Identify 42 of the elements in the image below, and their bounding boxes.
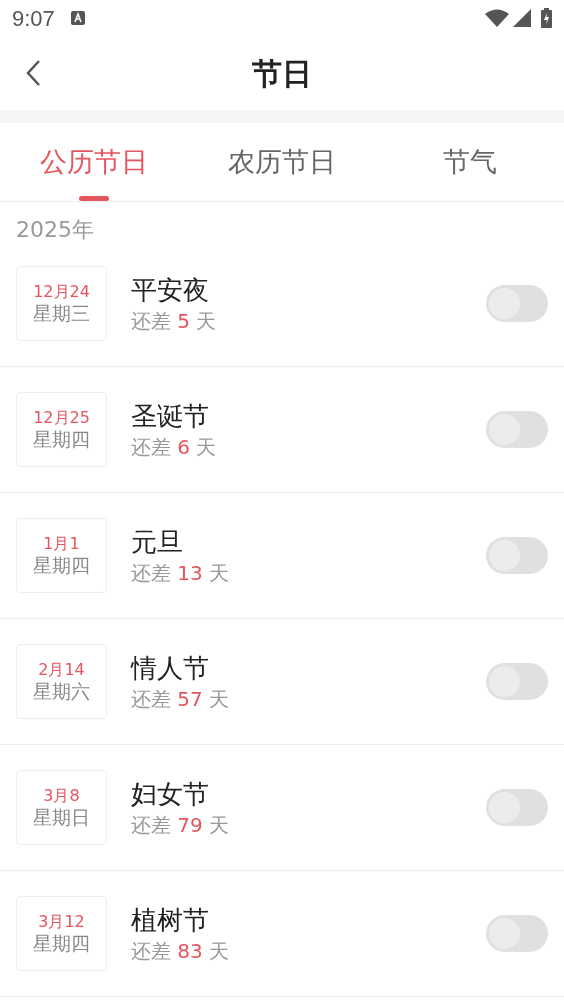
weekday-text: 星期四: [33, 430, 90, 449]
countdown-text: 还差 5 天: [131, 310, 218, 331]
toggle-switch[interactable]: [486, 537, 548, 574]
tab[interactable]: 节气: [376, 123, 564, 201]
year-label: 2025年: [16, 215, 94, 244]
notification-icon: [70, 11, 85, 25]
toggle-switch[interactable]: [486, 663, 548, 700]
status-time: 9:07: [12, 4, 55, 33]
wifi-icon: [485, 9, 509, 27]
holiday-name: 植树节: [131, 906, 210, 933]
toggle-switch[interactable]: [486, 411, 548, 448]
weekday-text: 星期四: [33, 556, 90, 575]
battery-charging-icon: [541, 8, 552, 28]
countdown-text: 还差 57 天: [131, 688, 231, 709]
weekday-text: 星期六: [33, 682, 90, 701]
date-text: 12月24: [33, 284, 90, 300]
date-text: 2月14: [38, 662, 85, 678]
toggle-switch[interactable]: [486, 789, 548, 826]
weekday-text: 星期日: [33, 808, 90, 827]
back-icon: [25, 59, 41, 87]
countdown-text: 还差 79 天: [131, 814, 231, 835]
countdown-text: 还差 83 天: [131, 940, 231, 961]
countdown-text: 还差 6 天: [131, 436, 218, 457]
page-title: 节日: [252, 54, 312, 93]
countdown-text: 还差 13 天: [131, 562, 231, 583]
holiday-name: 圣诞节: [131, 402, 210, 429]
holiday-name: 平安夜: [131, 276, 210, 303]
toggle-switch[interactable]: [486, 915, 548, 952]
holiday-name: 妇女节: [131, 780, 210, 807]
date-text: 3月12: [38, 914, 85, 930]
tab-indicator: [79, 196, 109, 201]
tab[interactable]: 农历节日: [188, 123, 376, 201]
date-text: 12月25: [33, 410, 90, 426]
tab[interactable]: 公历节日: [0, 123, 188, 201]
weekday-text: 星期三: [33, 304, 90, 323]
date-text: 1月1: [43, 536, 80, 552]
signal-icon: [513, 9, 531, 27]
toggle-switch[interactable]: [486, 285, 548, 322]
holiday-name: 元旦: [131, 528, 184, 555]
holiday-name: 情人节: [131, 654, 210, 681]
date-text: 3月8: [43, 788, 80, 804]
weekday-text: 星期四: [33, 934, 90, 953]
